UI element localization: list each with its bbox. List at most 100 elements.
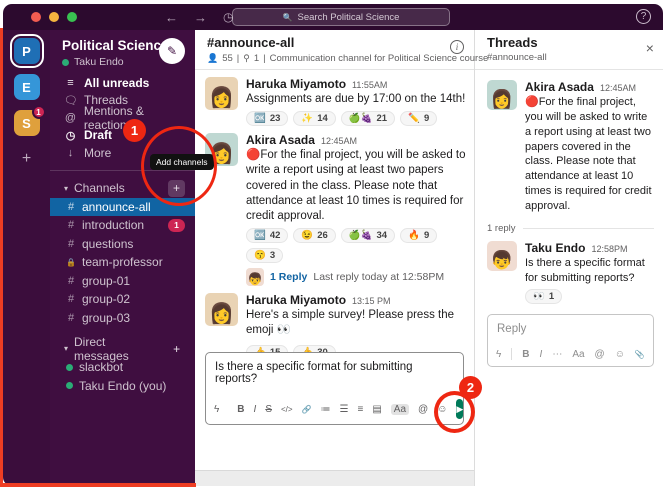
- sidebar-item-group-02[interactable]: # group-02: [50, 290, 195, 309]
- sidebar-item-team-professor[interactable]: 🔒 team-professor: [50, 253, 195, 272]
- threads-panel: Threads #announce-all × 👩 Akira Asada 12…: [475, 30, 663, 486]
- message-author[interactable]: Haruka Miyamoto: [246, 293, 346, 307]
- hash-icon: #: [66, 238, 76, 250]
- sidebar-item-mentions[interactable]: @ Mentions & reactions: [50, 109, 195, 127]
- bold-icon[interactable]: B: [522, 349, 529, 360]
- message-author[interactable]: Taku Endo: [525, 241, 585, 255]
- back-icon[interactable]: ←: [165, 10, 178, 25]
- add-workspace-button[interactable]: +: [22, 150, 31, 168]
- overflow-icon[interactable]: ⋯: [552, 349, 562, 360]
- avatar[interactable]: 👦: [487, 241, 517, 271]
- zoom-window-button[interactable]: [67, 12, 77, 22]
- reaction-count: 42: [270, 230, 281, 241]
- reaction-emoji: 🆗: [254, 230, 266, 241]
- dm-label: Taku Endo (you): [79, 379, 166, 393]
- threads-icon: 🗨: [64, 94, 77, 107]
- message-text: Is there a specific format for submittin…: [525, 256, 654, 286]
- reaction-pill[interactable]: 🆗23: [246, 111, 288, 126]
- sidebar-item-introduction[interactable]: # introduction 1: [50, 216, 195, 235]
- replies-divider: 1 reply: [487, 223, 654, 234]
- composer-input[interactable]: Is there a specific format for submittin…: [206, 353, 463, 395]
- thread-reply-bar[interactable]: 👦 1 Reply Last reply today at 12:58PM: [246, 268, 466, 286]
- sidebar-item-taku-endo[interactable]: Taku Endo (you): [50, 377, 195, 396]
- message-author[interactable]: Akira Asada: [525, 80, 594, 94]
- compose-pencil-icon: ✎: [167, 44, 177, 58]
- reaction-pill[interactable]: 🍏🍇34: [341, 228, 395, 243]
- sidebar-item-slackbot[interactable]: slackbot: [50, 358, 195, 377]
- mention-icon[interactable]: @: [595, 349, 605, 360]
- sidebar-item-questions[interactable]: # questions: [50, 235, 195, 254]
- mention-icon[interactable]: @: [418, 404, 428, 415]
- reaction-count: 1: [549, 291, 554, 302]
- close-icon[interactable]: ×: [646, 40, 654, 56]
- workspace-name: Political Science: [62, 38, 169, 53]
- blockquote-icon[interactable]: ≡: [358, 404, 364, 415]
- bold-icon[interactable]: B: [237, 404, 244, 415]
- reaction-pill[interactable]: 🆗 42: [246, 228, 288, 243]
- avatar[interactable]: 👩: [205, 77, 238, 110]
- presence-dot: [66, 364, 73, 371]
- ordered-list-icon[interactable]: ≔: [321, 404, 331, 415]
- reaction-pill[interactable]: 👍30: [293, 345, 335, 352]
- annotation-step-1-badge: 1: [123, 119, 146, 142]
- sidebar-item-group-03[interactable]: # group-03: [50, 309, 195, 328]
- reaction-pill[interactable]: ✏️9: [400, 111, 437, 126]
- bulleted-list-icon[interactable]: ☰: [340, 404, 349, 415]
- reaction-emoji: 😉: [301, 230, 313, 241]
- workspace-icon-e[interactable]: E: [14, 74, 40, 100]
- code-icon[interactable]: </>: [281, 405, 293, 414]
- emoji-picker-icon[interactable]: ☺: [615, 349, 625, 360]
- reaction-count: 9: [424, 230, 429, 241]
- channel-meta[interactable]: 👤 55 | ⚲ 1 | Communication channel for P…: [207, 53, 464, 64]
- help-icon[interactable]: ?: [636, 9, 651, 24]
- attachment-icon[interactable]: 📎: [635, 350, 645, 359]
- current-user-name: Taku Endo: [74, 56, 124, 68]
- avatar-glyph: 👩: [209, 301, 234, 326]
- add-dm-button[interactable]: +: [168, 340, 185, 357]
- format-toggle-icon[interactable]: Aa: [391, 404, 409, 415]
- close-window-button[interactable]: [31, 12, 41, 22]
- reaction-count: 14: [317, 113, 328, 124]
- shortcuts-icon[interactable]: ϟ: [496, 349, 501, 360]
- link-icon[interactable]: 🔗: [302, 405, 312, 414]
- reaction-pill[interactable]: ✨14: [293, 111, 335, 126]
- avatar: 👦: [246, 268, 264, 286]
- reaction-count: 21: [377, 113, 388, 124]
- workspace-rail: P E S 1 +: [3, 30, 50, 486]
- strikethrough-icon[interactable]: S: [265, 404, 272, 415]
- workspace-icon-political-science[interactable]: P: [14, 38, 40, 64]
- format-toggle-icon[interactable]: Aa: [572, 349, 584, 360]
- avatar[interactable]: 👩: [487, 80, 517, 110]
- sidebar-item-all-unreads[interactable]: ≡ All unreads: [50, 74, 195, 92]
- thread-last-reply: Last reply today at 12:58PM: [313, 271, 444, 283]
- reaction-emoji: 🆗: [254, 113, 266, 124]
- reply-input[interactable]: Reply: [488, 315, 653, 344]
- message-text: 🔴For the final project, you will be aske…: [246, 148, 466, 224]
- italic-icon[interactable]: I: [254, 404, 257, 415]
- reaction-pill[interactable]: 👍15: [246, 345, 288, 352]
- reaction-pill[interactable]: 😉26: [293, 228, 335, 243]
- forward-icon[interactable]: →: [194, 10, 207, 25]
- dm-section-header[interactable]: ▾ Direct messages +: [50, 339, 195, 358]
- avatar[interactable]: 👩: [205, 293, 238, 326]
- message-author[interactable]: Akira Asada: [246, 133, 315, 147]
- shortcuts-icon[interactable]: ϟ: [214, 404, 219, 415]
- sidebar-item-group-01[interactable]: # group-01: [50, 272, 195, 291]
- info-icon[interactable]: i: [450, 40, 464, 54]
- italic-icon[interactable]: I: [540, 349, 543, 360]
- minimize-window-button[interactable]: [49, 12, 59, 22]
- thread-reply-composer[interactable]: Reply ϟ B I ⋯ Aa @ ☺ 📎: [487, 314, 654, 367]
- code-block-icon[interactable]: ▤: [372, 404, 381, 415]
- workspace-icon-s[interactable]: S 1: [14, 110, 40, 136]
- reaction-pill[interactable]: 🍏🍇21: [341, 111, 395, 126]
- reaction-pill[interactable]: 👀1: [525, 289, 562, 304]
- search-input[interactable]: 🔍 Search Political Science: [232, 8, 450, 26]
- reaction-pill[interactable]: 😙3: [246, 248, 283, 263]
- message-composer[interactable]: Is there a specific format for submittin…: [205, 352, 464, 425]
- new-message-button[interactable]: ✎: [159, 38, 185, 64]
- sidebar-item-label: Draft: [84, 128, 112, 142]
- reaction-pill[interactable]: 🔥9: [400, 228, 437, 243]
- meta-divider: |: [237, 53, 239, 64]
- thread-replies-link[interactable]: 1 Reply: [270, 271, 307, 283]
- message-author[interactable]: Haruka Miyamoto: [246, 77, 346, 91]
